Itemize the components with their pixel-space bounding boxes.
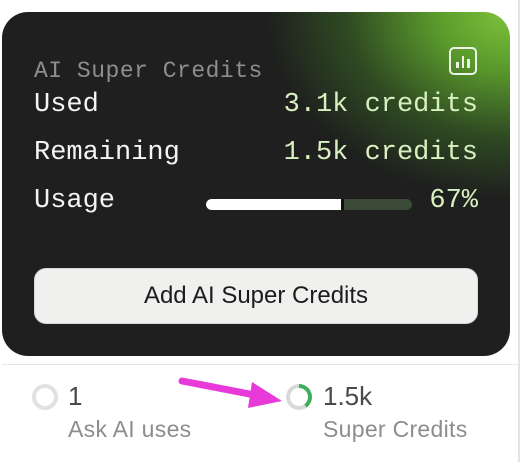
usage-label: Usage <box>34 186 116 216</box>
usage-progress-fill <box>206 199 345 210</box>
add-super-credits-button[interactable]: Add AI Super Credits <box>34 268 478 324</box>
ask-ai-uses-value: 1 <box>68 381 83 411</box>
ask-ai-uses-caption: Ask AI uses <box>68 416 192 442</box>
usage-row: Usage 67% <box>34 186 478 226</box>
super-credits-value: 1.5k <box>323 381 373 411</box>
remaining-label: Remaining <box>34 138 180 168</box>
remaining-row: Remaining 1.5k credits <box>34 138 478 178</box>
card-title: AI Super Credits <box>34 58 263 84</box>
used-row: Used 3.1k credits <box>34 90 478 130</box>
used-value: 3.1k credits <box>283 90 478 120</box>
annotation-arrow-icon <box>178 377 282 408</box>
empty-ring-icon <box>32 384 58 410</box>
bar-chart-icon[interactable] <box>449 47 477 75</box>
remaining-value: 1.5k credits <box>283 138 478 168</box>
progress-ring-icon <box>286 384 312 410</box>
credits-panel: AI Super Credits Used 3.1k credits Remai… <box>0 0 520 462</box>
super-credits-caption: Super Credits <box>323 416 468 442</box>
divider <box>2 364 518 365</box>
usage-percent: 67% <box>429 186 478 216</box>
used-label: Used <box>34 90 99 120</box>
super-credits-card: AI Super Credits Used 3.1k credits Remai… <box>2 12 510 356</box>
usage-progress-bar <box>206 199 412 210</box>
